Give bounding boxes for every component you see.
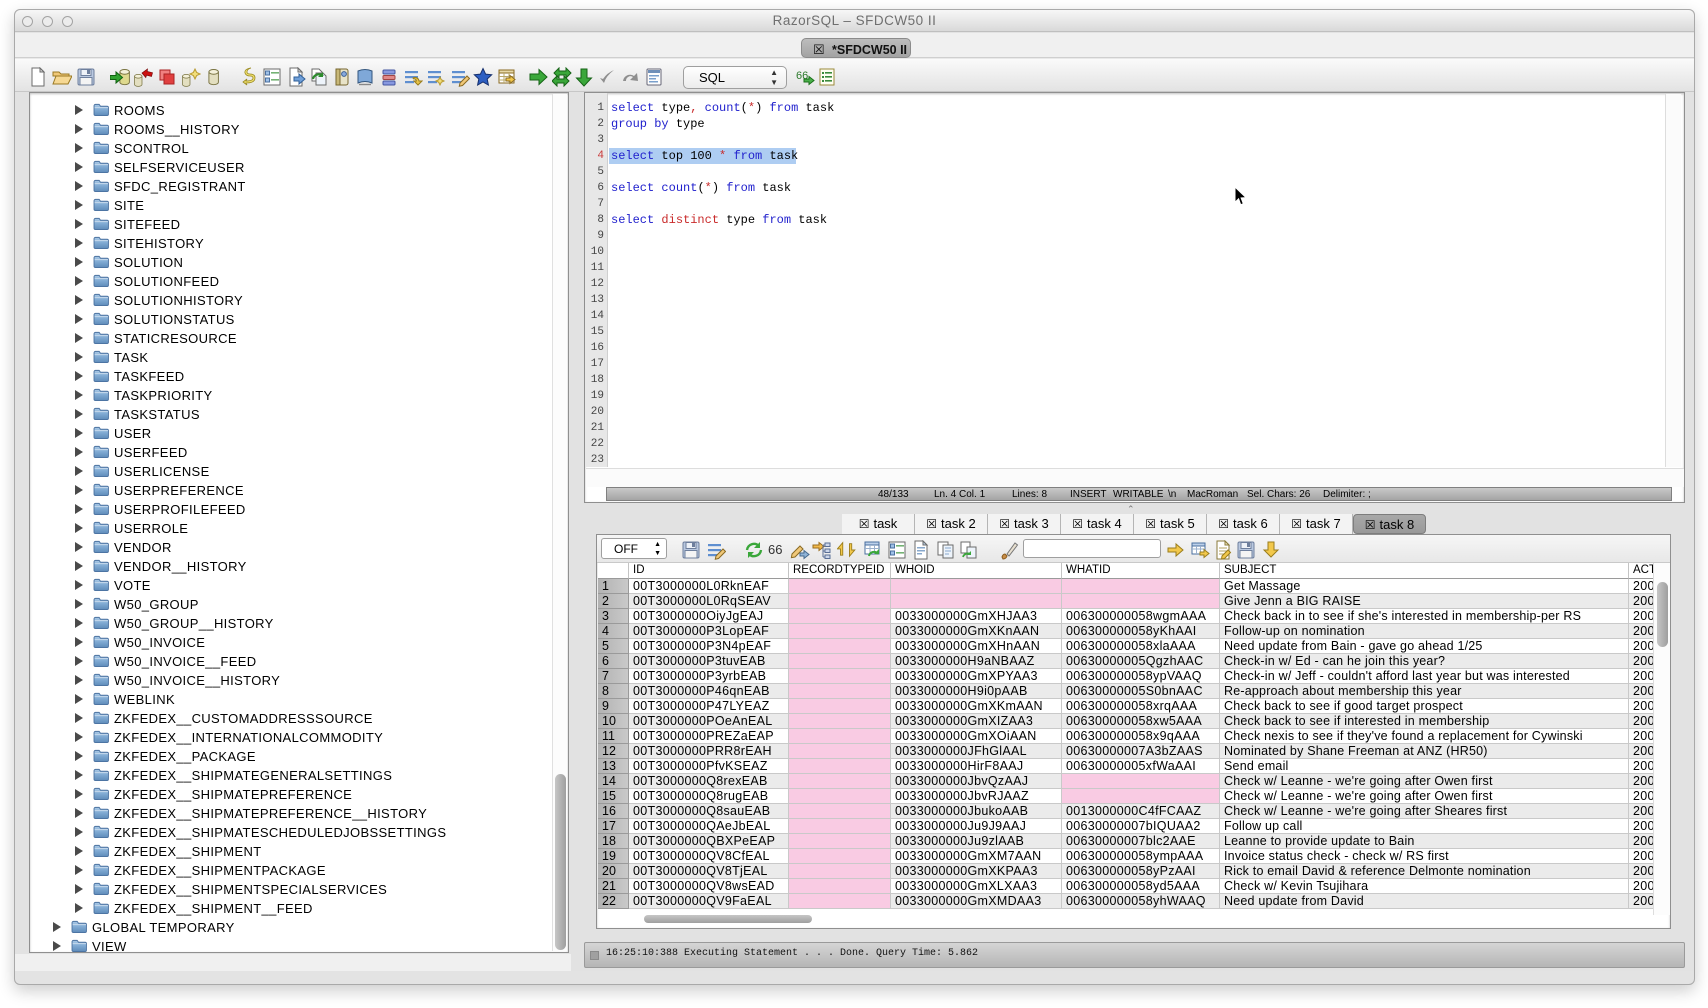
svg-text:66: 66 (768, 542, 782, 557)
